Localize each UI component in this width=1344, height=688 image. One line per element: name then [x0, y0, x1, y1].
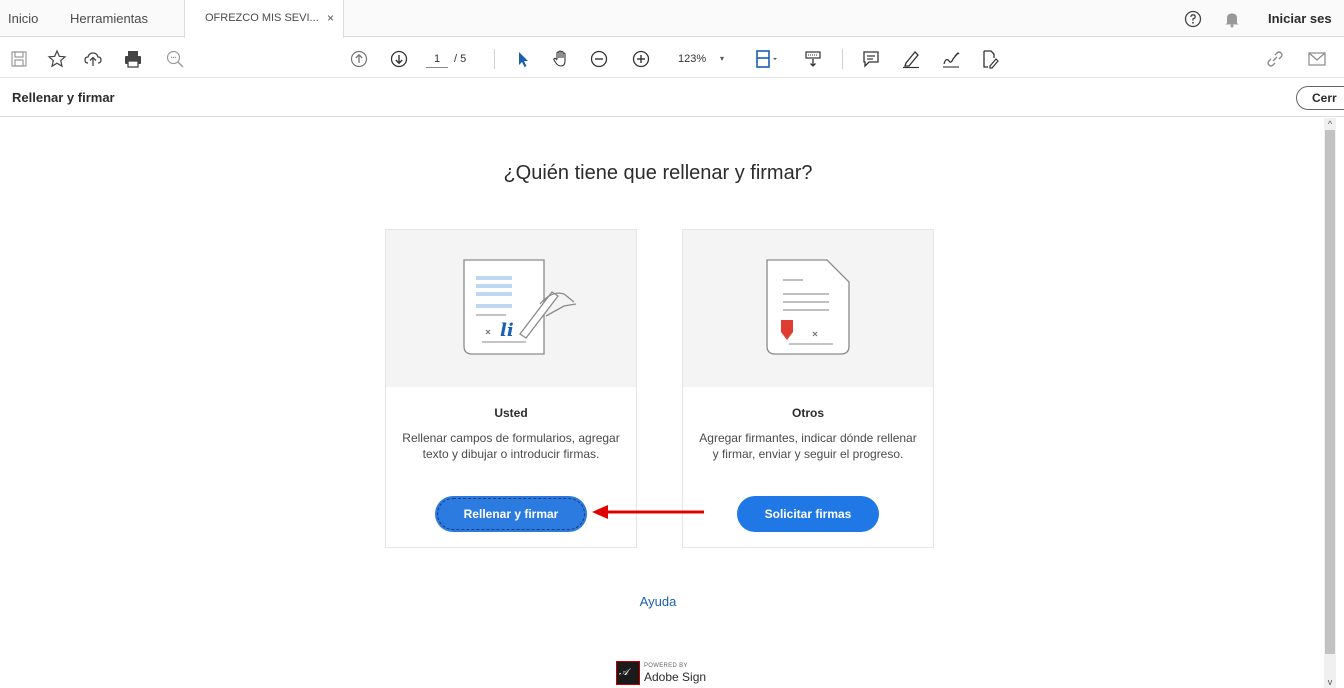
page-total: / 5	[454, 53, 467, 65]
page-up-icon[interactable]	[348, 48, 370, 70]
scroll-mode-icon[interactable]	[802, 48, 824, 70]
bell-icon[interactable]	[1224, 0, 1244, 37]
request-signatures-illustration	[683, 230, 933, 387]
comment-icon[interactable]	[860, 48, 882, 70]
red-arrow-annotation	[592, 505, 704, 519]
page-down-icon[interactable]	[388, 48, 410, 70]
option-card-otros: Otros Agregar firmantes, indicar dónde r…	[682, 229, 934, 548]
close-tab-icon[interactable]: ×	[327, 0, 334, 37]
highlight-pen-icon[interactable]	[900, 48, 922, 70]
toolbar-divider	[842, 49, 843, 69]
document-request-icon	[766, 259, 850, 355]
main-content: ¿Quién tiene que rellenar y firmar? li U…	[0, 118, 1324, 688]
scroll-down-icon[interactable]: v	[1324, 676, 1336, 688]
card-description: Agregar firmantes, indicar dónde rellena…	[699, 431, 917, 461]
zoom-dropdown-icon[interactable]: ▾	[720, 50, 724, 68]
page-number-input[interactable]: 1	[426, 50, 448, 68]
svg-text:li: li	[500, 320, 514, 341]
brand-name: Adobe Sign	[644, 669, 707, 684]
panel-title: Rellenar y firmar	[12, 90, 115, 105]
powered-by-logo: 𝒜 POWERED BY Adobe Sign	[616, 658, 706, 688]
card-title: Otros	[791, 406, 824, 420]
zoom-in-icon[interactable]	[630, 48, 652, 70]
zoom-level[interactable]: 123%	[678, 50, 706, 68]
powered-by-text: POWERED BY	[644, 662, 688, 669]
scroll-up-icon[interactable]: ^	[1324, 118, 1336, 130]
self-sign-illustration: li	[386, 230, 636, 387]
tab-document-label: OFREZCO MIS SEVI...	[205, 12, 319, 24]
select-cursor-icon[interactable]	[512, 48, 534, 70]
zoom-out-icon[interactable]	[588, 48, 610, 70]
save-icon[interactable]	[8, 48, 30, 70]
star-icon[interactable]	[46, 48, 68, 70]
email-icon[interactable]	[1306, 48, 1328, 70]
help-icon[interactable]	[1184, 0, 1204, 37]
adobe-sign-logo-icon: 𝒜	[616, 661, 640, 685]
search-zoom-icon[interactable]	[164, 48, 186, 70]
card-title: Usted	[494, 406, 528, 420]
vertical-scrollbar[interactable]: ^ v	[1324, 118, 1336, 688]
fill-and-sign-button[interactable]: Rellenar y firmar	[435, 496, 587, 532]
option-card-usted: li Usted Rellenar campos de formularios,…	[385, 229, 637, 548]
scrollbar-thumb[interactable]	[1325, 130, 1335, 654]
help-link[interactable]: Ayuda	[0, 594, 1316, 609]
toolbar: 1 / 5 123% ▾	[0, 38, 1344, 78]
fit-page-icon[interactable]	[752, 48, 782, 70]
tab-inicio[interactable]: Inicio	[8, 0, 38, 37]
print-icon[interactable]	[122, 48, 144, 70]
fill-sign-tool-icon[interactable]	[978, 48, 1000, 70]
card-description: Rellenar campos de formularios, agregar …	[402, 431, 620, 461]
tab-bar: Inicio Herramientas OFREZCO MIS SEVI... …	[0, 0, 1344, 38]
sign-icon[interactable]	[940, 48, 962, 70]
tab-herramientas[interactable]: Herramientas	[70, 0, 148, 37]
upload-cloud-icon[interactable]	[82, 48, 104, 70]
link-icon[interactable]	[1264, 48, 1286, 70]
toolbar-divider	[494, 49, 495, 69]
panel-header: Rellenar y firmar Cerr	[0, 79, 1344, 117]
sign-in-link[interactable]: Iniciar ses	[1268, 0, 1332, 37]
request-signatures-button[interactable]: Solicitar firmas	[737, 496, 879, 532]
close-tool-button[interactable]: Cerr	[1296, 86, 1344, 110]
document-signature-icon: li	[463, 259, 577, 355]
tab-document[interactable]: OFREZCO MIS SEVI... ×	[184, 0, 344, 38]
hand-tool-icon[interactable]	[550, 48, 572, 70]
page-title: ¿Quién tiene que rellenar y firmar?	[503, 162, 813, 184]
